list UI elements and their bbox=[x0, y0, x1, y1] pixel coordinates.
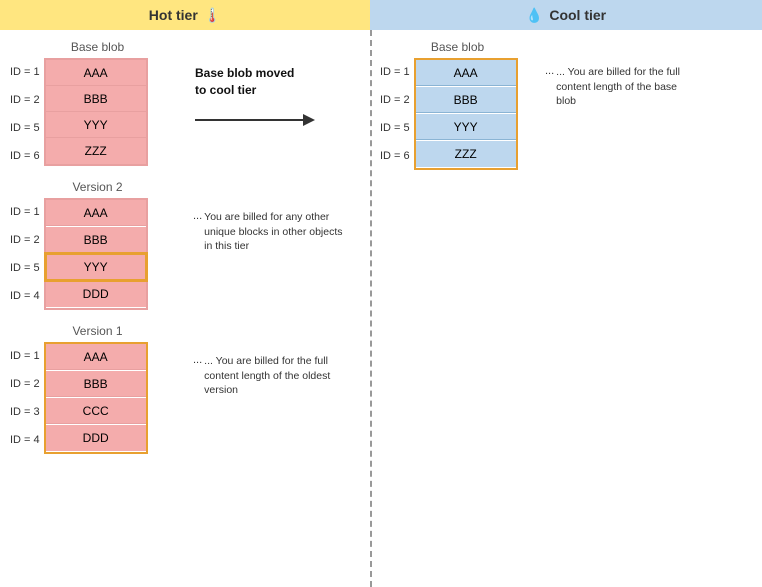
cool-annotation-text: ... You are billed for the full content … bbox=[556, 65, 696, 109]
cool-icon: 💧 bbox=[526, 7, 543, 24]
cool-base-blob-section: Base blob ID = 1 ID = 2 ID = 5 ID = 6 AA… bbox=[380, 40, 752, 170]
id-cell-v1: ID = 1 bbox=[10, 342, 40, 369]
v1-cell-ccc: CCC bbox=[46, 398, 146, 424]
main-content: Base blob ID = 1 ID = 2 ID = 5 ID = 6 AA… bbox=[0, 30, 762, 587]
ellipsis-cool: ... bbox=[545, 65, 554, 77]
v2-cell-aaa: AAA bbox=[46, 200, 146, 226]
tier-divider bbox=[370, 30, 372, 587]
blob-cell-zzz: ZZZ bbox=[46, 138, 146, 164]
cool-cell-aaa: AAA bbox=[416, 60, 516, 86]
hot-version1-blob: Version 1 ID = 1 ID = 2 ID = 3 ID = 4 AA… bbox=[10, 324, 185, 454]
cool-annotation: ... ... You are billed for the full cont… bbox=[545, 65, 696, 109]
v2-annotation-text: You are billed for any other unique bloc… bbox=[204, 210, 344, 254]
hot-tier-label: Hot tier bbox=[149, 7, 198, 23]
id-col-cool: ID = 1 ID = 2 ID = 5 ID = 6 bbox=[380, 58, 410, 170]
blob-cell-aaa: AAA bbox=[46, 60, 146, 86]
blob-cell-yyy: YYY bbox=[46, 112, 146, 138]
hot-base-blob: Base blob ID = 1 ID = 2 ID = 5 ID = 6 AA… bbox=[10, 40, 185, 170]
id-column-v1: ID = 1 ID = 2 ID = 3 ID = 4 bbox=[10, 342, 40, 454]
cool-id: ID = 1 bbox=[380, 58, 410, 85]
id-column-v2: ID = 1 ID = 2 ID = 5 ID = 4 bbox=[10, 198, 40, 310]
v2-cell-bbb: BBB bbox=[46, 227, 146, 253]
id-column: ID = 1 ID = 2 ID = 5 ID = 6 bbox=[10, 58, 40, 170]
move-label: Base blob moved to cool tier bbox=[195, 65, 305, 99]
hot-version2-section: Version 2 ID = 1 ID = 2 ID = 5 ID = 4 bbox=[10, 180, 360, 310]
arrow-svg bbox=[195, 109, 315, 131]
hot-base-blob-section: Base blob ID = 1 ID = 2 ID = 5 ID = 6 AA… bbox=[10, 40, 360, 170]
id-cell-v2: ID = 4 bbox=[10, 282, 40, 309]
cells-wrapper: AAA BBB YYY ZZZ bbox=[44, 58, 148, 166]
hot-base-blob-title: Base blob bbox=[10, 40, 185, 54]
v2-cell-yyy-highlight: YYY bbox=[46, 254, 146, 280]
hot-tier-header: Hot tier 🌡️ bbox=[0, 0, 370, 30]
id-cell-v2: ID = 5 bbox=[10, 254, 40, 281]
cool-side: Base blob ID = 1 ID = 2 ID = 5 ID = 6 AA… bbox=[370, 30, 762, 587]
move-label-area: Base blob moved to cool tier bbox=[195, 65, 315, 131]
id-cell: ID = 2 bbox=[10, 86, 40, 113]
id-cell-v2: ID = 1 bbox=[10, 198, 40, 225]
id-cell-v1: ID = 4 bbox=[10, 426, 40, 453]
version2-table: ID = 1 ID = 2 ID = 5 ID = 4 AAA BBB YYY bbox=[10, 198, 148, 310]
ellipsis-v2: ... bbox=[193, 210, 202, 222]
id-cell-v2: ID = 2 bbox=[10, 226, 40, 253]
ellipsis-v1: ... bbox=[193, 354, 202, 366]
version1-title: Version 1 bbox=[10, 324, 185, 338]
hot-side: Base blob ID = 1 ID = 2 ID = 5 ID = 6 AA… bbox=[0, 30, 370, 587]
cells-wrapper-v2: AAA BBB YYY DDD bbox=[44, 198, 148, 310]
page-container: Hot tier 🌡️ 💧 Cool tier Base blob ID = 1 bbox=[0, 0, 762, 587]
hot-version2-blob: Version 2 ID = 1 ID = 2 ID = 5 ID = 4 bbox=[10, 180, 185, 310]
id-cell: ID = 5 bbox=[10, 114, 40, 141]
cool-tier-label: Cool tier bbox=[549, 7, 606, 23]
id-cell: ID = 6 bbox=[10, 142, 40, 169]
cool-base-blob: Base blob ID = 1 ID = 2 ID = 5 ID = 6 AA… bbox=[380, 40, 535, 170]
v1-cell-ddd: DDD bbox=[46, 425, 146, 451]
version1-table: ID = 1 ID = 2 ID = 3 ID = 4 AAA BBB CCC … bbox=[10, 342, 148, 454]
blob-cell-bbb: BBB bbox=[46, 86, 146, 112]
cool-id: ID = 6 bbox=[380, 142, 410, 169]
cool-tier-header: 💧 Cool tier bbox=[370, 0, 762, 30]
v2-cells-outer: AAA BBB YYY DDD bbox=[44, 198, 148, 310]
v1-cell-bbb: BBB bbox=[46, 371, 146, 397]
cool-cells-outer: AAA BBB YYY ZZZ bbox=[414, 58, 518, 170]
cool-base-blob-title: Base blob bbox=[380, 40, 535, 54]
v1-cell-aaa: AAA bbox=[46, 344, 146, 370]
v2-cell-ddd: DDD bbox=[46, 281, 146, 307]
arrow bbox=[195, 109, 315, 131]
v1-cells-outer: AAA BBB CCC DDD bbox=[44, 342, 148, 454]
id-cell-v1: ID = 3 bbox=[10, 398, 40, 425]
cool-cell-yyy: YYY bbox=[416, 114, 516, 140]
cool-id: ID = 5 bbox=[380, 114, 410, 141]
cool-id: ID = 2 bbox=[380, 86, 410, 113]
id-cell: ID = 1 bbox=[10, 58, 40, 85]
cool-base-blob-table: ID = 1 ID = 2 ID = 5 ID = 6 AAA BBB YYY … bbox=[380, 58, 518, 170]
v1-annotation-text: ... You are billed for the full content … bbox=[204, 354, 344, 398]
v2-annotation: ... You are billed for any other unique … bbox=[193, 210, 344, 254]
header: Hot tier 🌡️ 💧 Cool tier bbox=[0, 0, 762, 30]
thermometer-icon: 🌡️ bbox=[204, 7, 221, 24]
hot-version1-section: Version 1 ID = 1 ID = 2 ID = 3 ID = 4 AA… bbox=[10, 324, 360, 454]
cool-cell-zzz: ZZZ bbox=[416, 141, 516, 167]
cool-cell-bbb: BBB bbox=[416, 87, 516, 113]
hot-base-blob-table: ID = 1 ID = 2 ID = 5 ID = 6 AAA BBB YYY … bbox=[10, 58, 148, 170]
v1-annotation: ... ... You are billed for the full cont… bbox=[193, 354, 344, 398]
version2-title: Version 2 bbox=[10, 180, 185, 194]
id-cell-v1: ID = 2 bbox=[10, 370, 40, 397]
